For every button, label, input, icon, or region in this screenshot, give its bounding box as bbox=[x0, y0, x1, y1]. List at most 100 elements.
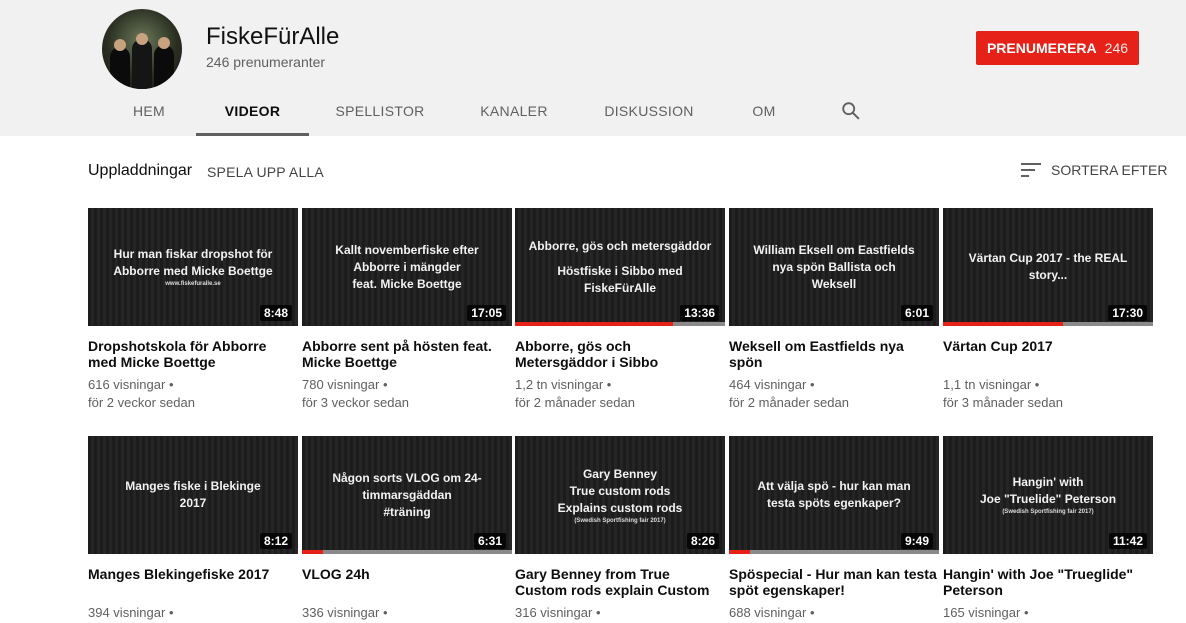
channel-header: FiskeFürAlle 246 prenumeranter PRENUMERE… bbox=[0, 0, 1186, 136]
video-title[interactable]: Dropshotskola för Abborre med Micke Boet… bbox=[88, 338, 298, 370]
thumbnail-text-line: Abborre, gös och metersgäddor bbox=[528, 238, 712, 253]
video-age: för 3 månader sedan bbox=[943, 395, 1063, 410]
video-views-text: 688 visningar bbox=[729, 605, 807, 620]
thumbnail-text-line: #träning bbox=[383, 504, 431, 519]
video-title[interactable]: Weksell om Eastfields nya spön bbox=[729, 338, 939, 370]
video-age: för 2 månader sedan bbox=[729, 395, 849, 410]
video-views: 1,1 tn visningar • bbox=[943, 377, 1040, 392]
video-card[interactable]: Någon sorts VLOG om 24- timmarsgäddan #trä… bbox=[302, 436, 512, 623]
video-card[interactable]: William Eksell om Eastfields nya spön Bal… bbox=[729, 208, 939, 412]
video-thumbnail[interactable]: Någon sorts VLOG om 24- timmarsgäddan #trä… bbox=[302, 436, 512, 554]
watch-progress-bar bbox=[729, 550, 939, 554]
video-duration: 17:05 bbox=[467, 305, 506, 321]
search-icon[interactable] bbox=[840, 100, 862, 122]
video-thumbnail[interactable]: Värtan Cup 2017 - the REAL story... 17:30 bbox=[943, 208, 1153, 326]
video-title[interactable]: Hangin' with Joe "Trueglide" Peterson bbox=[943, 566, 1153, 598]
tab-channels[interactable]: KANALER bbox=[462, 88, 566, 136]
video-card[interactable]: Gary Benney True custom rods Explains cust… bbox=[515, 436, 725, 622]
video-title[interactable]: Gary Benney from True Custom rods explai… bbox=[515, 566, 725, 598]
thumbnail-text-line: Höstfiske i Sibbo med bbox=[557, 263, 683, 278]
video-thumbnail[interactable]: Att välja spö - hur kan man testa spöts e… bbox=[729, 436, 939, 554]
sort-label: SORTERA EFTER bbox=[1051, 162, 1168, 178]
tab-discussion[interactable]: DISKUSSION bbox=[590, 88, 708, 136]
watch-progress-fill bbox=[943, 322, 1063, 326]
video-views: 464 visningar • bbox=[729, 377, 815, 392]
video-title[interactable]: Manges Blekingefiske 2017 bbox=[88, 566, 298, 598]
video-meta: 688 visningar • bbox=[729, 604, 939, 622]
video-views-text: 336 visningar bbox=[302, 605, 380, 620]
video-views: 1,2 tn visningar • bbox=[515, 377, 612, 392]
video-meta: 1,2 tn visningar • för 2 månader sedan bbox=[515, 376, 725, 412]
video-duration: 13:36 bbox=[680, 305, 719, 321]
video-card[interactable]: Hangin' with Joe "Truelide" Peterson (Swed… bbox=[943, 436, 1153, 622]
thumbnail-text-line: nya spön Ballista och bbox=[772, 259, 896, 274]
subscribe-count: 246 bbox=[1104, 40, 1129, 56]
video-duration: 8:12 bbox=[259, 533, 292, 549]
thumbnail-text-line: testa spöts egenkaper? bbox=[766, 496, 902, 510]
video-views-text: 616 visningar bbox=[88, 377, 166, 392]
video-views: 165 visningar • bbox=[943, 605, 1029, 620]
video-meta: 336 visningar •för 6 månader sedan bbox=[302, 604, 512, 623]
tab-home[interactable]: HEM bbox=[112, 88, 186, 136]
video-duration: 9:49 bbox=[900, 533, 933, 549]
video-thumbnail[interactable]: Abborre, gös och metersgäddor Höstfiske i… bbox=[515, 208, 725, 326]
thumbnail-text-line: Att välja spö - hur kan man bbox=[757, 479, 911, 493]
channel-avatar[interactable] bbox=[102, 9, 182, 89]
watch-progress-fill bbox=[302, 550, 323, 554]
thumbnail-subtext: www.fiskefuralle.se bbox=[165, 281, 221, 287]
video-views-text: 394 visningar bbox=[88, 605, 166, 620]
video-meta: 1,1 tn visningar • för 3 månader sedan bbox=[943, 376, 1153, 412]
video-title[interactable]: Värtan Cup 2017 bbox=[943, 338, 1153, 370]
tab-videos[interactable]: VIDEOR bbox=[196, 88, 309, 136]
video-views-text: 1,1 tn visningar bbox=[943, 377, 1032, 392]
thumbnail-text-line: Värtan Cup 2017 - the REAL bbox=[968, 251, 1128, 265]
video-thumbnail[interactable]: Kallt novemberfiske efter Abborre i mängd… bbox=[302, 208, 512, 326]
thumbnail-text-line: Joe "Truelide" Peterson bbox=[979, 492, 1117, 506]
video-duration: 6:01 bbox=[900, 305, 933, 321]
video-views-text: 1,2 tn visningar bbox=[515, 377, 604, 392]
video-meta: 165 visningar • bbox=[943, 604, 1153, 622]
watch-progress-bar bbox=[515, 322, 725, 326]
video-card[interactable]: Kallt novemberfiske efter Abborre i mängd… bbox=[302, 208, 512, 412]
tab-about[interactable]: OM bbox=[730, 88, 798, 136]
video-card[interactable]: Att välja spö - hur kan man testa spöts e… bbox=[729, 436, 939, 622]
subscribe-button[interactable]: PRENUMERERA 246 bbox=[976, 31, 1139, 65]
thumbnail-subtext: (Swedish Sportfishing fair 2017) bbox=[574, 517, 666, 524]
sort-button[interactable]: SORTERA EFTER bbox=[1021, 162, 1167, 178]
thumbnail-text-line: Weksell bbox=[811, 276, 857, 291]
video-card[interactable]: Abborre, gös och metersgäddor Höstfiske i… bbox=[515, 208, 725, 412]
video-thumbnail[interactable]: William Eksell om Eastfields nya spön Bal… bbox=[729, 208, 939, 326]
video-card[interactable]: Manges fiske i Blekinge 2017 8:12 Manges Bl… bbox=[88, 436, 298, 623]
play-all-link[interactable]: SPELA UPP ALLA bbox=[207, 164, 324, 180]
watch-progress-bar bbox=[302, 550, 512, 554]
video-age: för 2 månader sedan bbox=[515, 395, 635, 410]
video-title[interactable]: Abborre, gös och Metersgäddor i Sibbo bbox=[515, 338, 725, 370]
video-views: 336 visningar • bbox=[302, 605, 388, 620]
video-thumbnail[interactable]: Hangin' with Joe "Truelide" Peterson (Swed… bbox=[943, 436, 1153, 554]
video-views-text: 464 visningar bbox=[729, 377, 807, 392]
sort-icon bbox=[1021, 163, 1041, 177]
video-age: för 3 veckor sedan bbox=[302, 395, 409, 410]
video-thumbnail[interactable]: Gary Benney True custom rods Explains cust… bbox=[515, 436, 725, 554]
video-title[interactable]: Abborre sent på hösten feat. Micke Boett… bbox=[302, 338, 512, 370]
thumbnail-text-line: 2017 bbox=[179, 496, 207, 510]
video-duration: 8:48 bbox=[259, 305, 292, 321]
shelf-title: Uppladdningar bbox=[88, 162, 193, 179]
watch-progress-fill bbox=[729, 550, 750, 554]
video-card[interactable]: Hur man fiskar dropshot för Abborre med M… bbox=[88, 208, 298, 412]
thumbnail-text-line: True custom rods bbox=[569, 483, 671, 498]
tab-playlists[interactable]: SPELLISTOR bbox=[320, 88, 440, 136]
video-thumbnail[interactable]: Manges fiske i Blekinge 2017 8:12 bbox=[88, 436, 298, 554]
video-duration: 17:30 bbox=[1108, 305, 1147, 321]
video-title[interactable]: VLOG 24h bbox=[302, 566, 512, 598]
thumbnail-text-line: Hangin' with bbox=[1012, 475, 1084, 489]
thumbnail-text-line: Gary Benney bbox=[582, 466, 658, 481]
video-card[interactable]: Värtan Cup 2017 - the REAL story... 17:30 V… bbox=[943, 208, 1153, 412]
thumbnail-text-line: Någon sorts VLOG om 24- bbox=[332, 470, 482, 485]
video-duration: 6:31 bbox=[473, 533, 506, 549]
thumbnail-text-line: Abborre i mängder bbox=[353, 259, 461, 274]
video-meta: 316 visningar • bbox=[515, 604, 725, 622]
video-thumbnail[interactable]: Hur man fiskar dropshot för Abborre med M… bbox=[88, 208, 298, 326]
video-title[interactable]: Spöspecial - Hur man kan testa spöt egen… bbox=[729, 566, 939, 598]
channel-name[interactable]: FiskeFürAlle bbox=[206, 23, 339, 51]
